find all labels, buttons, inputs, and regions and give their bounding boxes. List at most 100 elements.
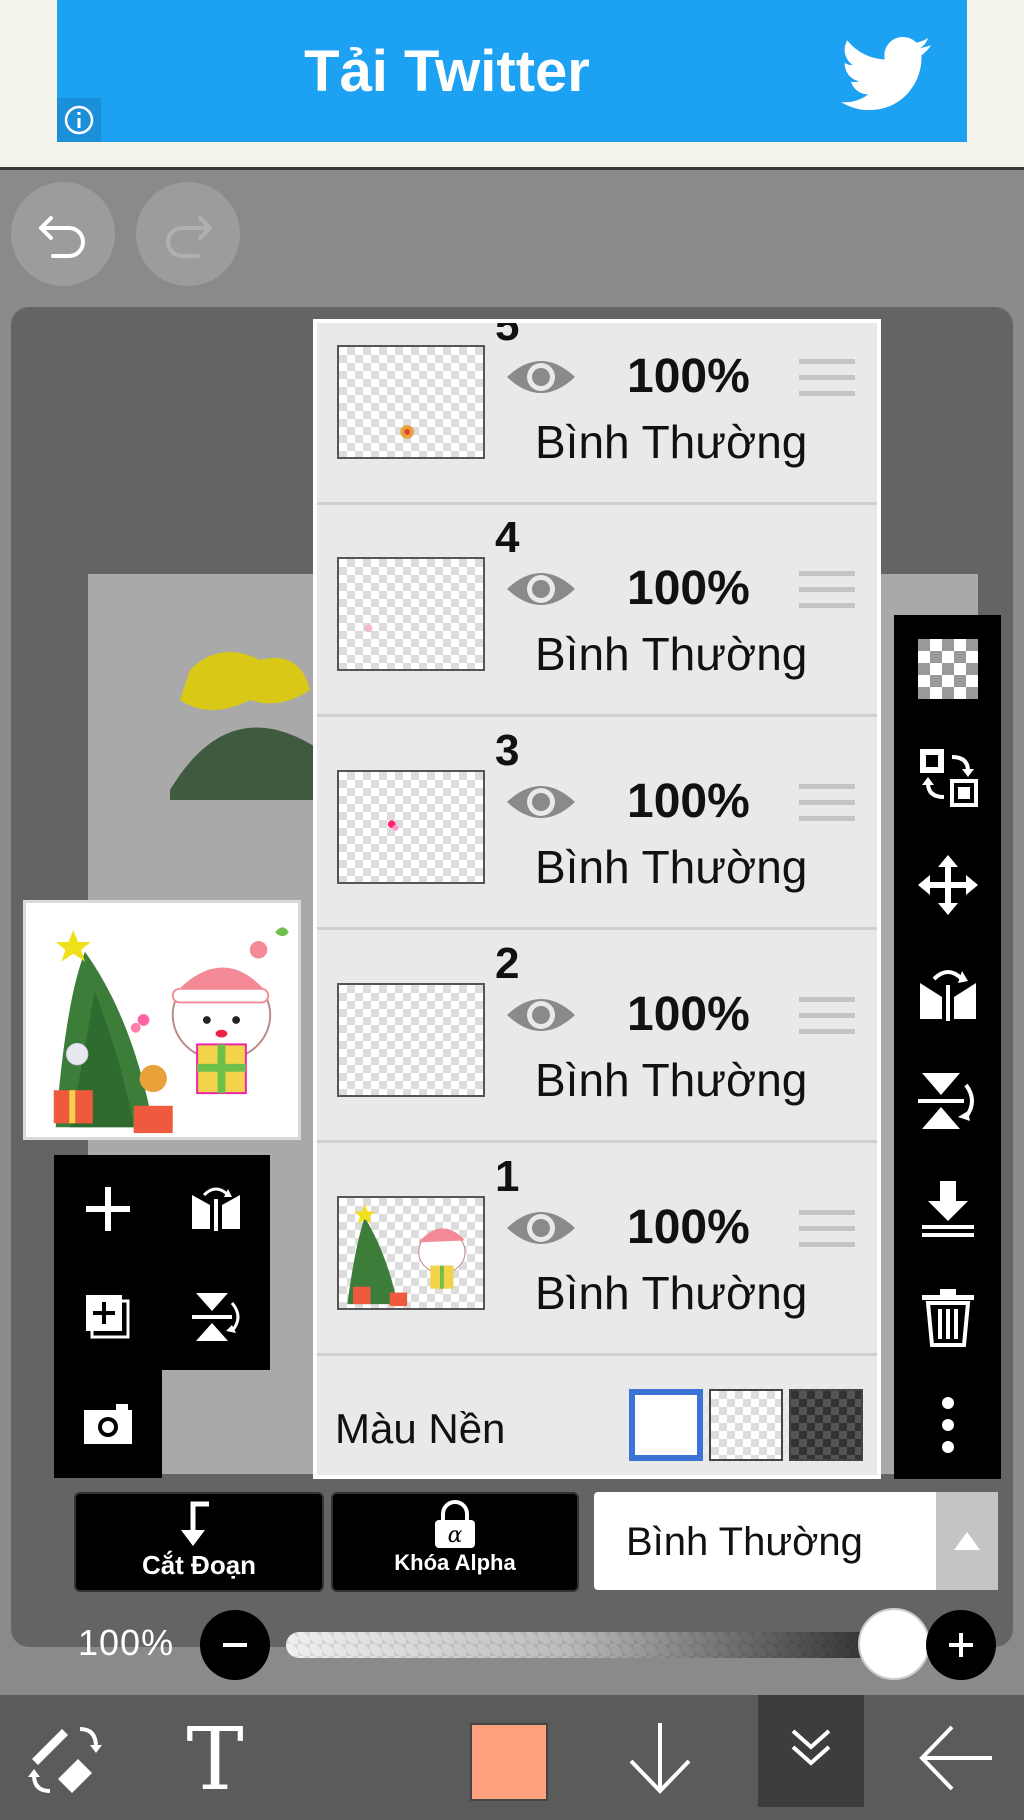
- swap-layer-icon: [919, 749, 978, 807]
- svg-text:T: T: [186, 1715, 243, 1801]
- drag-handle-icon[interactable]: [799, 780, 855, 826]
- chevron-double-down-icon: [791, 1729, 831, 1766]
- layer-tools-panel-extra: [54, 1370, 162, 1478]
- layer-opacity: 100%: [627, 562, 750, 615]
- background-transparent-swatch[interactable]: [709, 1389, 783, 1461]
- layer-1-content: [347, 1203, 466, 1307]
- layers-panel: 5 100% Bình Thường 4 100% Bình Thường 3 …: [313, 319, 881, 1479]
- swap-layer-button[interactable]: [894, 723, 1001, 831]
- drag-handle-icon[interactable]: [799, 567, 855, 613]
- flip-vertical-button[interactable]: [894, 1047, 1001, 1155]
- layer-number: 5: [495, 323, 520, 350]
- back-button[interactable]: [900, 1695, 1010, 1820]
- layer-opacity: 100%: [627, 1201, 750, 1254]
- merge-down-icon: [921, 1181, 974, 1237]
- triangle-up-icon: [954, 1532, 980, 1550]
- svg-text:α: α: [448, 1523, 463, 1548]
- back-arrow-icon: [919, 1725, 992, 1790]
- opacity-label: 100%: [78, 1622, 175, 1663]
- background-white-swatch[interactable]: [629, 1389, 703, 1461]
- layer-3-content: [387, 820, 399, 831]
- duplicate-layer-button[interactable]: [54, 1263, 162, 1371]
- flip-horizontal-icon: [919, 970, 976, 1021]
- plus-icon: [949, 1633, 973, 1657]
- current-color-swatch[interactable]: [470, 1723, 548, 1801]
- trash-icon: [921, 1289, 974, 1347]
- flip-layer-vertical-icon: [192, 1293, 240, 1341]
- eye-icon[interactable]: [503, 563, 579, 615]
- add-layer-button[interactable]: [54, 1155, 162, 1263]
- opacity-slider-thumb[interactable]: [858, 1608, 930, 1680]
- layer-row-1[interactable]: 1 100% Bình Thường: [317, 1144, 877, 1356]
- merge-down-button[interactable]: [894, 1155, 1001, 1263]
- twitter-bird-icon: [840, 37, 931, 111]
- alpha-lock-label: Khóa Alpha: [394, 1550, 516, 1575]
- drag-handle-icon[interactable]: [799, 1206, 855, 1252]
- undo-icon: [39, 216, 85, 258]
- layer-blend-mode: Bình Thường: [535, 1054, 808, 1106]
- opacity-increase-button[interactable]: [926, 1610, 996, 1680]
- layer-row-5[interactable]: 5 100% Bình Thường: [317, 323, 877, 505]
- eye-icon[interactable]: [503, 351, 579, 403]
- opacity-decrease-button[interactable]: [200, 1610, 270, 1680]
- info-icon: [64, 105, 94, 135]
- more-options-button[interactable]: [894, 1371, 1001, 1479]
- layers-toggle-button[interactable]: [758, 1695, 864, 1807]
- layer-row-3[interactable]: 3 100% Bình Thường: [317, 718, 877, 930]
- ad-text: Tải Twitter: [304, 39, 590, 104]
- redo-button[interactable]: [136, 182, 240, 286]
- layer-number: 1: [495, 1152, 520, 1201]
- clipping-button[interactable]: Cắt Đoạn: [74, 1492, 324, 1592]
- layer-tools-panel: [54, 1155, 270, 1370]
- layer-blend-mode: Bình Thường: [535, 841, 808, 893]
- layer-thumbnail: [337, 983, 485, 1097]
- background-dark-swatch[interactable]: [789, 1389, 863, 1461]
- layer-thumbnail: [337, 770, 485, 884]
- layer-row-4[interactable]: 4 100% Bình Thường: [317, 505, 877, 717]
- layer-number: 4: [495, 513, 520, 562]
- camera-icon: [84, 1404, 132, 1444]
- duplicate-layer-icon: [86, 1295, 130, 1339]
- blend-mode-select[interactable]: Bình Thường: [594, 1492, 998, 1590]
- background-color-label: Màu Nền: [335, 1405, 506, 1452]
- more-vert-icon: [941, 1397, 954, 1453]
- layer-blend-mode: Bình Thường: [535, 628, 808, 680]
- flip-vertical-icon: [917, 1073, 974, 1129]
- flip-horizontal-button[interactable]: [894, 939, 1001, 1047]
- text-tool-button[interactable]: T: [160, 1695, 270, 1820]
- flip-layer-vertical-button[interactable]: [162, 1263, 270, 1371]
- layer-opacity: 100%: [627, 988, 750, 1041]
- layer-thumbnail: [337, 1196, 485, 1310]
- download-button[interactable]: [610, 1695, 710, 1820]
- camera-button[interactable]: [54, 1370, 162, 1478]
- flip-layer-horizontal-button[interactable]: [162, 1155, 270, 1263]
- move-icon: [917, 855, 978, 915]
- add-layer-icon: [86, 1187, 130, 1231]
- ad-info-button[interactable]: [57, 98, 101, 142]
- layer-opacity: 100%: [627, 350, 750, 403]
- layer-row-2[interactable]: 2 100% Bình Thường: [317, 931, 877, 1143]
- opacity-slider-track[interactable]: [286, 1632, 906, 1658]
- move-button[interactable]: [894, 831, 1001, 939]
- transparent-bg-button[interactable]: [894, 615, 1001, 723]
- delete-layer-button[interactable]: [894, 1263, 1001, 1371]
- clip-arrow-icon: [181, 1501, 209, 1546]
- canvas-preview[interactable]: [23, 900, 301, 1140]
- eye-icon[interactable]: [503, 989, 579, 1041]
- minus-icon: [223, 1643, 247, 1647]
- eye-icon[interactable]: [503, 1202, 579, 1254]
- blend-mode-arrow[interactable]: [936, 1492, 998, 1590]
- eye-icon[interactable]: [503, 776, 579, 828]
- brush-eraser-switch-button[interactable]: [10, 1695, 120, 1820]
- brush-eraser-switch-icon: [28, 1726, 102, 1793]
- drag-handle-icon[interactable]: [799, 993, 855, 1039]
- drag-handle-icon[interactable]: [799, 355, 855, 401]
- layer-blend-mode: Bình Thường: [535, 416, 808, 468]
- ad-banner[interactable]: Tải Twitter: [57, 0, 967, 142]
- layer-blend-mode: Bình Thường: [535, 1267, 808, 1319]
- layer-options-toolbar: [894, 615, 1001, 1479]
- transparent-bg-icon: [917, 639, 978, 699]
- alpha-lock-button[interactable]: α Khóa Alpha: [331, 1492, 579, 1592]
- preview-artwork: [26, 903, 298, 1137]
- undo-button[interactable]: [11, 182, 115, 286]
